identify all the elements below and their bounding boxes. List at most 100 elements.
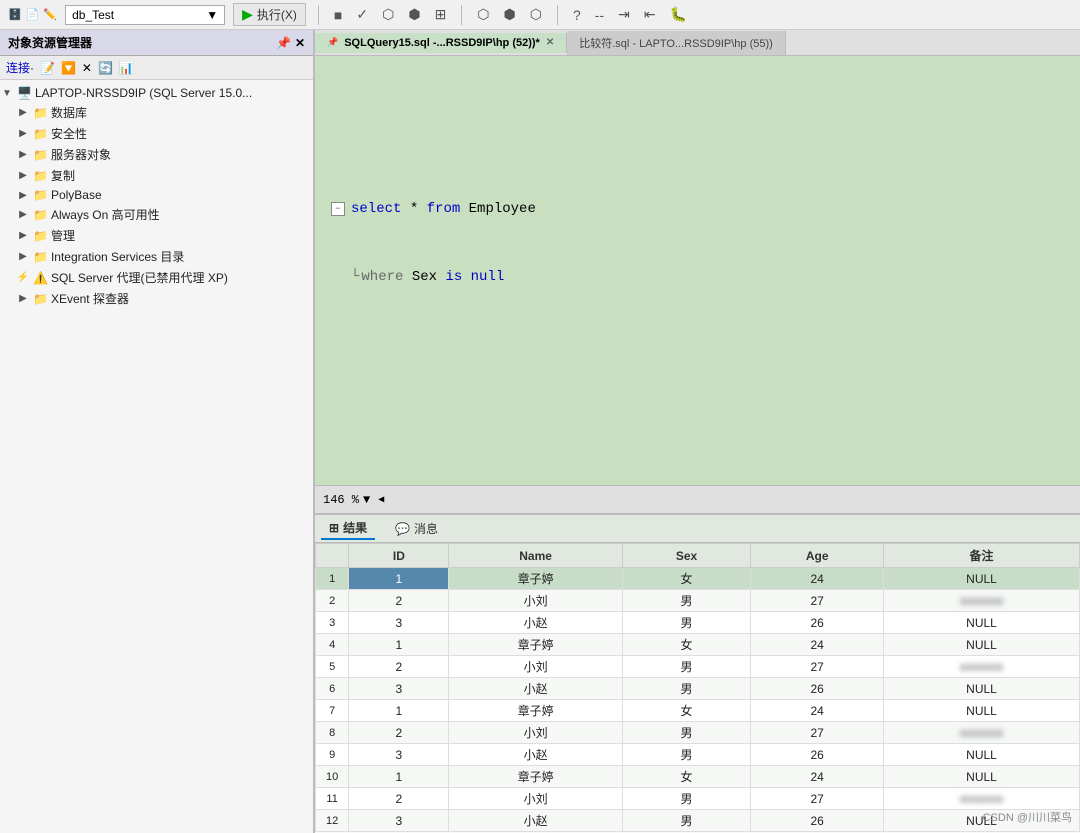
cell-age: 24: [751, 766, 884, 788]
tree-item-integration-services[interactable]: ▶ 📁 Integration Services 目录: [0, 246, 313, 267]
expand-icon[interactable]: ▶: [16, 149, 30, 160]
database-selector[interactable]: db_Test ▼: [65, 5, 225, 25]
cell-age: 24: [751, 568, 884, 590]
query-icon[interactable]: ⬡: [527, 4, 545, 25]
indent-icon[interactable]: ⇥: [615, 4, 633, 25]
scroll-left-icon[interactable]: ◀: [378, 494, 384, 506]
grid-icon[interactable]: ⊞: [432, 4, 450, 25]
db-name: db_Test: [72, 8, 114, 22]
expand-icon[interactable]: ▶: [16, 190, 30, 201]
tree-item-replication[interactable]: ▶ 📁 复制: [0, 165, 313, 186]
comment-icon[interactable]: --: [592, 5, 607, 25]
parse-icon[interactable]: ⬡: [379, 4, 397, 25]
cell-id: 3: [349, 744, 449, 766]
table-row[interactable]: 71章子婷女24NULL: [316, 700, 1080, 722]
refresh-icon[interactable]: 🔄: [98, 61, 113, 75]
cell-age: 24: [751, 700, 884, 722]
tree-item-polybase[interactable]: ▶ 📁 PolyBase: [0, 186, 313, 204]
table-row[interactable]: 123小赵男26NULL: [316, 810, 1080, 832]
table-row[interactable]: 33小赵男26NULL: [316, 612, 1080, 634]
tree-item-alwayson[interactable]: ▶ 📁 Always On 高可用性: [0, 204, 313, 225]
cell-note: NULL: [884, 744, 1080, 766]
row-num: 4: [316, 634, 349, 656]
table-row[interactable]: 22小刘男27■■■■■■: [316, 590, 1080, 612]
col-header-rownum: [316, 544, 349, 568]
cell-note: NULL: [884, 700, 1080, 722]
col-header-note: 备注: [884, 544, 1080, 568]
table-row[interactable]: 11章子婷女24NULL: [316, 568, 1080, 590]
dedent-icon[interactable]: ⇤: [641, 4, 659, 25]
tree-item-security[interactable]: ▶ 📁 安全性: [0, 123, 313, 144]
expand-icon[interactable]: ▶: [16, 251, 30, 262]
row-num: 11: [316, 788, 349, 810]
table-row[interactable]: 82小刘男27■■■■■■: [316, 722, 1080, 744]
filter-clear-icon[interactable]: ✕: [82, 61, 92, 75]
fold-button-1[interactable]: −: [331, 202, 345, 216]
connect-btn[interactable]: 连接·: [6, 59, 34, 76]
cell-id: 3: [349, 810, 449, 832]
tree-item-server[interactable]: ▼ 🖥️ LAPTOP-NRSSD9IP (SQL Server 15.0...: [0, 84, 313, 102]
results-icon[interactable]: ⬢: [405, 4, 423, 25]
table-row[interactable]: 93小赵男26NULL: [316, 744, 1080, 766]
table-row[interactable]: 52小刘男27■■■■■■: [316, 656, 1080, 678]
cell-sex: 男: [622, 810, 751, 832]
object-explorer-title: 对象资源管理器: [8, 34, 92, 51]
cell-name: 小赵: [449, 612, 622, 634]
disconnect-icon[interactable]: ⬢: [501, 4, 519, 25]
expand-icon[interactable]: ▶: [16, 209, 30, 220]
tab-pin-icon: 📌: [327, 37, 338, 48]
new-query-icon[interactable]: 📝: [40, 61, 55, 75]
tab-compare[interactable]: 比较符.sql - LAPTO...RSSD9IP\hp (55)): [567, 31, 786, 55]
keyword-where: where: [361, 269, 403, 285]
object-explorer-toolbar: 连接· 📝 🔽 ✕ 🔄 📊: [0, 56, 313, 80]
check-icon[interactable]: ✓: [353, 4, 371, 25]
cell-id: 1: [349, 568, 449, 590]
expand-icon[interactable]: ▼: [0, 88, 14, 99]
connect-icon[interactable]: ⬡: [474, 4, 492, 25]
table-row[interactable]: 101章子婷女24NULL: [316, 766, 1080, 788]
tab-sqlquery15[interactable]: 📌 SQLQuery15.sql -...RSSD9IP\hp (52))* ✕: [315, 33, 567, 53]
close-icon[interactable]: ✕: [295, 36, 305, 50]
tree-item-xevent[interactable]: ▶ 📁 XEvent 探查器: [0, 288, 313, 309]
results-tab-results[interactable]: ⊞ 结果: [321, 517, 375, 540]
title-bar: 🗄️ 📄 ✏️ db_Test ▼ ▶ 执行(X) ■ ✓ ⬡ ⬢ ⊞ ⬡ ⬢ …: [0, 0, 1080, 30]
cell-name: 小刘: [449, 656, 622, 678]
server-label: LAPTOP-NRSSD9IP (SQL Server 15.0...: [35, 86, 252, 100]
execute-label: 执行(X): [257, 6, 297, 23]
toolbar-separator: [318, 5, 319, 25]
zoom-label: 146 %: [323, 493, 359, 507]
code-container: − select * from Employee └where Sex is n…: [315, 56, 1080, 485]
code-editor[interactable]: − select * from Employee └where Sex is n…: [315, 56, 1080, 513]
expand-icon[interactable]: ▶: [16, 170, 30, 181]
tree-item-server-objects[interactable]: ▶ 📁 服务器对象: [0, 144, 313, 165]
tree-item-sql-agent[interactable]: ⚡ ⚠️ SQL Server 代理(已禁用代理 XP): [0, 267, 313, 288]
tree-item-management[interactable]: ▶ 📁 管理: [0, 225, 313, 246]
cell-id: 3: [349, 678, 449, 700]
cell-sex: 男: [622, 788, 751, 810]
activity-icon[interactable]: 📊: [119, 61, 134, 75]
table-row[interactable]: 63小赵男26NULL: [316, 678, 1080, 700]
folder-icon: 📁: [33, 127, 48, 141]
replication-label: 复制: [51, 167, 75, 184]
tree-item-databases[interactable]: ▶ 📁 数据库: [0, 102, 313, 123]
filter-icon[interactable]: 🔽: [61, 61, 76, 75]
table-row[interactable]: 112小刘男27■■■■■■: [316, 788, 1080, 810]
results-tab-messages[interactable]: 💬 消息: [387, 517, 446, 540]
toolbar-separator-2: [461, 5, 462, 25]
expand-icon[interactable]: ▶: [16, 293, 30, 304]
expand-icon[interactable]: ▶: [16, 107, 30, 118]
expand-icon[interactable]: ▶: [16, 128, 30, 139]
stop-icon[interactable]: ■: [331, 5, 345, 25]
debug-icon[interactable]: 🐛: [667, 4, 690, 25]
table-row[interactable]: 41章子婷女24NULL: [316, 634, 1080, 656]
row-num: 1: [316, 568, 349, 590]
execute-button[interactable]: ▶ 执行(X): [233, 3, 306, 26]
pin-icon[interactable]: 📌: [276, 36, 291, 50]
tab-close-icon[interactable]: ✕: [546, 37, 554, 48]
help-icon[interactable]: ?: [570, 5, 584, 25]
spacer: [331, 402, 1064, 414]
expand-icon[interactable]: ▶: [16, 230, 30, 241]
cell-sex: 男: [622, 744, 751, 766]
cell-id: 2: [349, 788, 449, 810]
zoom-dropdown-icon[interactable]: ▼: [363, 493, 370, 507]
